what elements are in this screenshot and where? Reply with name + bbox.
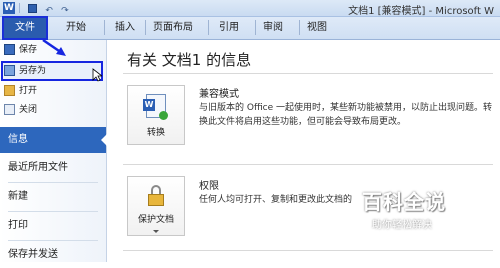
- quick-access-toolbar: ↶ ↷: [19, 3, 74, 16]
- nav-save-as[interactable]: 另存为: [4, 63, 46, 79]
- nav-divider: [8, 182, 98, 183]
- protect-document-label: 保护文档: [137, 215, 174, 225]
- nav-open-label: 打开: [19, 86, 38, 96]
- dropdown-caret-icon: [153, 230, 159, 233]
- nav-close-label: 关闭: [19, 105, 38, 115]
- undo-icon[interactable]: ↶: [45, 7, 53, 16]
- word-document-icon: W: [143, 94, 168, 120]
- qat-separator: [19, 3, 20, 13]
- nav-divider: [8, 211, 98, 212]
- tab-divider: [208, 20, 209, 35]
- lock-icon: [148, 185, 166, 207]
- watermark-main-text: 百科全说: [362, 190, 446, 214]
- nav-info[interactable]: 信息: [0, 127, 107, 153]
- nav-open[interactable]: 打开: [4, 83, 37, 99]
- check-icon: [159, 111, 168, 120]
- tab-divider: [255, 20, 256, 35]
- backstage-nav: 保存 另存为 打开 关闭 信息 最近所用文件 新建 打印 保存并发送: [0, 40, 107, 262]
- watermark-logo: 百科全说 助你轻松解决: [362, 186, 482, 231]
- protect-document-button[interactable]: 保护文档: [127, 176, 185, 236]
- tab-divider: [145, 20, 146, 35]
- nav-recent[interactable]: 最近所用文件: [0, 155, 106, 181]
- window-title: 文档1 [兼容模式] - Microsoft W: [348, 6, 494, 17]
- word-badge-icon: W: [143, 99, 155, 111]
- permissions-heading: 权限: [199, 181, 219, 192]
- title-divider: [123, 73, 493, 74]
- section-divider: [123, 250, 493, 251]
- ribbon-tab-row: 文件 开始 插入 页面布局 引用 审阅 视图: [0, 16, 500, 40]
- nav-save-as-label: 另存为: [19, 66, 47, 76]
- nav-print[interactable]: 打印: [0, 213, 106, 239]
- nav-save-and-send[interactable]: 保存并发送: [0, 242, 106, 268]
- tab-file[interactable]: 文件: [2, 16, 48, 40]
- convert-button-label: 转换: [146, 128, 165, 138]
- compat-desc-line2: 换此文件将启用这些功能，但可能会导致布局更改。: [199, 117, 407, 127]
- open-folder-icon: [4, 85, 15, 96]
- save-icon[interactable]: [28, 4, 38, 13]
- tab-insert[interactable]: 插入: [115, 17, 135, 39]
- tab-divider: [299, 20, 300, 35]
- title-bar: W ↶ ↷ 文档1 [兼容模式] - Microsoft W: [0, 0, 500, 17]
- tab-page-layout[interactable]: 页面布局: [153, 17, 193, 39]
- tab-references[interactable]: 引用: [219, 17, 239, 39]
- mouse-cursor-icon: [92, 68, 102, 82]
- page-title: 有关 文档1 的信息: [127, 51, 252, 69]
- compat-description: 与旧版本的 Office 一起使用时，某些新功能被禁用，以防止出现问题。转 换此…: [199, 101, 492, 129]
- nav-divider: [8, 240, 98, 241]
- tab-view[interactable]: 视图: [307, 17, 327, 39]
- watermark-sub-text: 助你轻松解决: [372, 220, 432, 231]
- tab-divider: [104, 20, 105, 35]
- tab-review[interactable]: 审阅: [263, 17, 283, 39]
- compat-desc-line1: 与旧版本的 Office 一起使用时，某些新功能被禁用，以防止出现问题。转: [199, 103, 492, 113]
- redo-icon[interactable]: ↷: [61, 7, 69, 16]
- nav-new[interactable]: 新建: [0, 184, 106, 210]
- save-icon: [4, 44, 15, 55]
- word-app-icon[interactable]: W: [3, 2, 15, 14]
- tab-home[interactable]: 开始: [66, 17, 86, 39]
- nav-save-label: 保存: [19, 45, 38, 55]
- convert-button[interactable]: W 转换: [127, 85, 185, 145]
- compat-heading: 兼容模式: [199, 89, 239, 100]
- nav-close[interactable]: 关闭: [4, 102, 37, 118]
- nav-save[interactable]: 保存: [4, 42, 37, 58]
- section-divider: [123, 164, 493, 165]
- close-document-icon: [4, 104, 15, 115]
- save-as-icon: [4, 65, 15, 76]
